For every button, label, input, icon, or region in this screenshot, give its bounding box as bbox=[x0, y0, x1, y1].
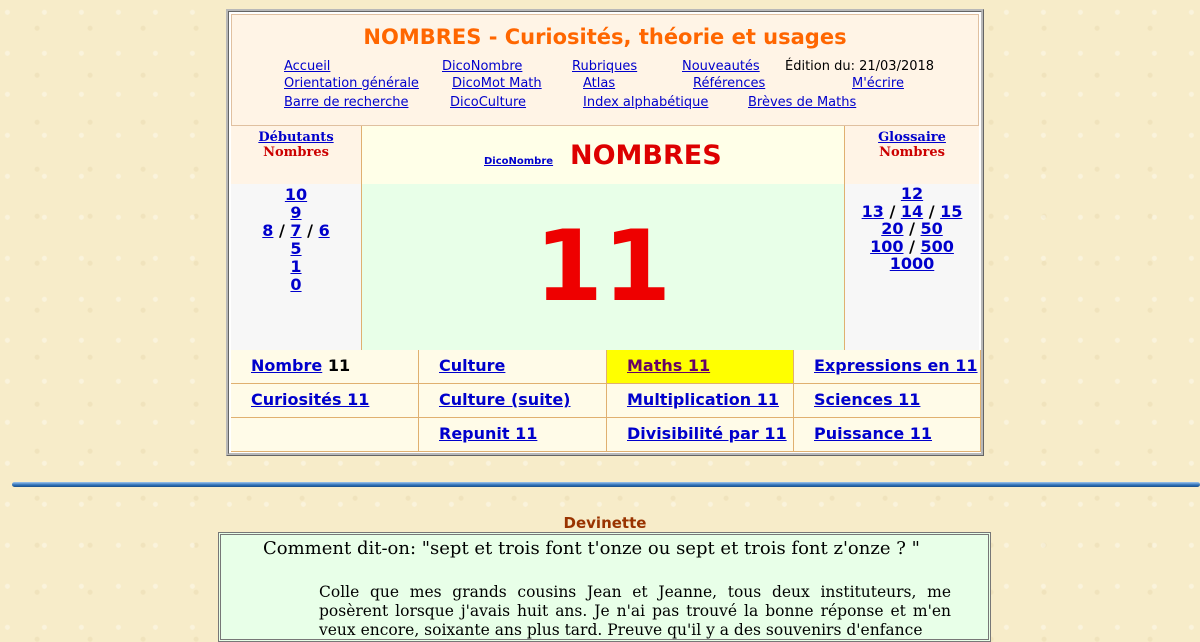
nav-orientation[interactable]: Orientation générale bbox=[284, 76, 419, 91]
site-title: NOMBRES - Curiosités, théorie et usages bbox=[363, 25, 847, 49]
nav-breves-maths[interactable]: Brèves de Maths bbox=[748, 95, 856, 110]
horizontal-divider bbox=[12, 482, 1200, 487]
grid-cell-puissance: Puissance 11 bbox=[794, 418, 981, 452]
devinette-box: Comment dit-on: "sept et trois font t'on… bbox=[218, 532, 991, 642]
maths-link[interactable]: Maths 11 bbox=[627, 356, 710, 375]
center-top: DicoNombre NOMBRES bbox=[362, 126, 844, 184]
nav-diconombre[interactable]: DicoNombre bbox=[442, 59, 522, 74]
nav-references[interactable]: Références bbox=[693, 76, 765, 91]
separator: / bbox=[928, 201, 935, 221]
left-column: Débutants Nombres 10 9 8 / 7 / 6 5 1 0 bbox=[231, 126, 362, 350]
grid-cell-expressions: Expressions en 11 bbox=[794, 350, 981, 384]
link-20[interactable]: 20 bbox=[881, 219, 903, 238]
separator: / bbox=[279, 221, 285, 240]
glossaire-link[interactable]: Glossaire bbox=[845, 130, 979, 145]
link-12[interactable]: 12 bbox=[901, 184, 923, 203]
culture-link[interactable]: Culture bbox=[439, 356, 505, 375]
diconombre-small-link[interactable]: DicoNombre bbox=[484, 156, 553, 167]
link-10[interactable]: 10 bbox=[285, 185, 307, 204]
site-header: NOMBRES - Curiosités, théorie et usages … bbox=[231, 14, 979, 126]
grid-cell-empty bbox=[231, 418, 419, 452]
navigation-frame: NOMBRES - Curiosités, théorie et usages … bbox=[226, 9, 984, 456]
separator: / bbox=[889, 201, 896, 221]
grid-cell-curiosites: Curiosités 11 bbox=[231, 384, 419, 418]
grid-cell-culture-suite: Culture (suite) bbox=[419, 384, 607, 418]
nombre-value: 11 bbox=[327, 356, 351, 375]
separator: / bbox=[909, 219, 915, 238]
separator: / bbox=[909, 236, 915, 256]
link-8[interactable]: 8 bbox=[262, 221, 273, 240]
center-panel: DicoNombre NOMBRES 11 bbox=[362, 126, 844, 350]
link-15[interactable]: 15 bbox=[940, 202, 962, 221]
grid-cell-nombre: Nombre 11 bbox=[231, 350, 419, 384]
left-number-links: 10 9 8 / 7 / 6 5 1 0 bbox=[231, 184, 361, 350]
nav-atlas[interactable]: Atlas bbox=[583, 76, 615, 91]
grid-cell-sciences: Sciences 11 bbox=[794, 384, 981, 418]
grid-cell-multiplication: Multiplication 11 bbox=[607, 384, 794, 418]
right-column: Glossaire Nombres 12 13 / 14 / 15 20 / 5… bbox=[844, 126, 979, 350]
nav-rubriques[interactable]: Rubriques bbox=[572, 59, 637, 74]
link-13[interactable]: 13 bbox=[862, 202, 884, 221]
edition-date: Édition du: 21/03/2018 bbox=[785, 59, 935, 74]
nav-diconculture[interactable]: DicoCulture bbox=[450, 95, 526, 110]
curiosites-link[interactable]: Curiosités 11 bbox=[251, 390, 369, 409]
link-100[interactable]: 100 bbox=[870, 237, 903, 256]
link-500[interactable]: 500 bbox=[921, 237, 954, 256]
grid-cell-repunit: Repunit 11 bbox=[419, 418, 607, 452]
right-number-links: 12 13 / 14 / 15 20 / 50 100 / 500 1000 bbox=[845, 184, 979, 350]
repunit-link[interactable]: Repunit 11 bbox=[439, 424, 537, 443]
puissance-link[interactable]: Puissance 11 bbox=[814, 424, 932, 443]
glossaire-header: Glossaire Nombres bbox=[845, 126, 979, 184]
debutants-header: Débutants Nombres bbox=[231, 126, 361, 184]
nav-nouveautes[interactable]: Nouveautés bbox=[682, 59, 760, 74]
debutants-link[interactable]: Débutants bbox=[231, 130, 361, 145]
debutants-sub: Nombres bbox=[263, 145, 329, 160]
link-5[interactable]: 5 bbox=[290, 239, 301, 258]
devinette-question: Comment dit-on: "sept et trois font t'on… bbox=[263, 538, 920, 559]
link-0[interactable]: 0 bbox=[290, 275, 301, 294]
culture-suite-link[interactable]: Culture (suite) bbox=[439, 390, 571, 409]
multiplication-link[interactable]: Multiplication 11 bbox=[627, 390, 779, 409]
link-14[interactable]: 14 bbox=[901, 202, 923, 221]
link-9[interactable]: 9 bbox=[290, 203, 301, 222]
grid-cell-maths: Maths 11 bbox=[607, 350, 794, 384]
devinette-title: Devinette bbox=[563, 514, 647, 532]
divisibilite-link[interactable]: Divisibilité par 11 bbox=[627, 424, 787, 443]
nav-accueil[interactable]: Accueil bbox=[284, 59, 330, 74]
glossaire-sub: Nombres bbox=[879, 145, 945, 160]
expressions-link[interactable]: Expressions en 11 bbox=[814, 356, 978, 375]
grid-cell-divisibilite: Divisibilité par 11 bbox=[607, 418, 794, 452]
link-1[interactable]: 1 bbox=[290, 257, 301, 276]
link-50[interactable]: 50 bbox=[921, 219, 943, 238]
nombres-heading: NOMBRES bbox=[570, 140, 722, 171]
big-number: 11 bbox=[534, 210, 672, 324]
devinette-answer: Colle que mes grands cousins Jean et Jea… bbox=[319, 583, 951, 639]
link-7[interactable]: 7 bbox=[290, 221, 301, 240]
separator: / bbox=[307, 221, 313, 240]
sciences-link[interactable]: Sciences 11 bbox=[814, 390, 920, 409]
center-number-area: 11 bbox=[362, 184, 844, 350]
nav-barre-recherche[interactable]: Barre de recherche bbox=[284, 95, 408, 110]
nav-mecrire[interactable]: M'écrire bbox=[852, 76, 904, 91]
link-6[interactable]: 6 bbox=[319, 221, 330, 240]
grid-cell-culture: Culture bbox=[419, 350, 607, 384]
nombre-link[interactable]: Nombre bbox=[251, 356, 322, 375]
nav-index-alphabetique[interactable]: Index alphabétique bbox=[583, 95, 708, 110]
link-1000[interactable]: 1000 bbox=[890, 254, 935, 273]
nav-dicomot-math[interactable]: DicoMot Math bbox=[452, 76, 542, 91]
topic-grid: Nombre 11 Culture Maths 11 Expressions e… bbox=[231, 350, 981, 452]
